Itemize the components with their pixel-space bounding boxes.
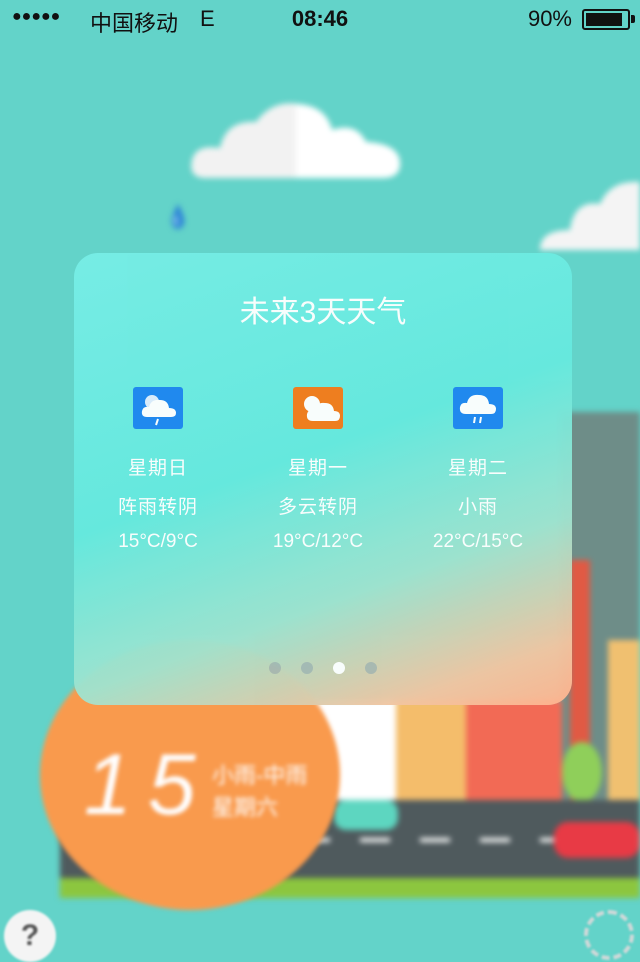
day-temperature: 19°C/12°C (272, 531, 364, 552)
sun-cloud-icon (293, 387, 343, 429)
help-button[interactable]: ? (4, 910, 56, 962)
status-bar: ●●●●● 中国移动 E 08:46 90% (0, 0, 640, 36)
current-temperature: 15 (84, 737, 212, 833)
page-indicator[interactable] (74, 661, 572, 679)
day-temperature: 22°C/15°C (432, 531, 524, 552)
forecast-day: 星期一 多云转阴 19°C/12°C (243, 387, 393, 553)
day-name: 星期一 (287, 458, 348, 479)
cloud-icon (191, 103, 400, 178)
settings-gear-icon[interactable] (584, 910, 634, 960)
forecast-day: 星期二 小雨 22°C/15°C (403, 387, 553, 553)
card-title: 未来3天天气 (239, 296, 407, 329)
rain-cloud-icon (453, 387, 503, 429)
battery-icon (582, 9, 635, 30)
current-weekday: 星期六 (212, 795, 279, 820)
page-dot[interactable] (301, 662, 313, 674)
current-condition: 小雨-中雨 (212, 763, 308, 788)
day-condition: 小雨 (457, 497, 498, 518)
day-temperature: 15°C/9°C (118, 531, 198, 552)
page-dot[interactable] (365, 662, 377, 674)
page-dot[interactable] (269, 662, 281, 674)
day-condition: 多云转阴 (277, 497, 358, 518)
page-dot[interactable] (333, 662, 345, 674)
day-name: 星期日 (127, 458, 188, 479)
forecast-card[interactable]: 未来3天天气 星期日 阵雨转阴 15°C/9°C 星期一 多云转阴 19°C/1… (74, 253, 572, 705)
forecast-day: 星期日 阵雨转阴 15°C/9°C (83, 387, 233, 553)
day-name: 星期二 (447, 458, 508, 479)
battery-percent: 90% (527, 6, 572, 31)
raindrop-icon (171, 204, 185, 229)
shower-cloud-icon (133, 387, 183, 429)
cloud-right-icon (540, 181, 640, 250)
day-condition: 阵雨转阴 (117, 497, 198, 518)
